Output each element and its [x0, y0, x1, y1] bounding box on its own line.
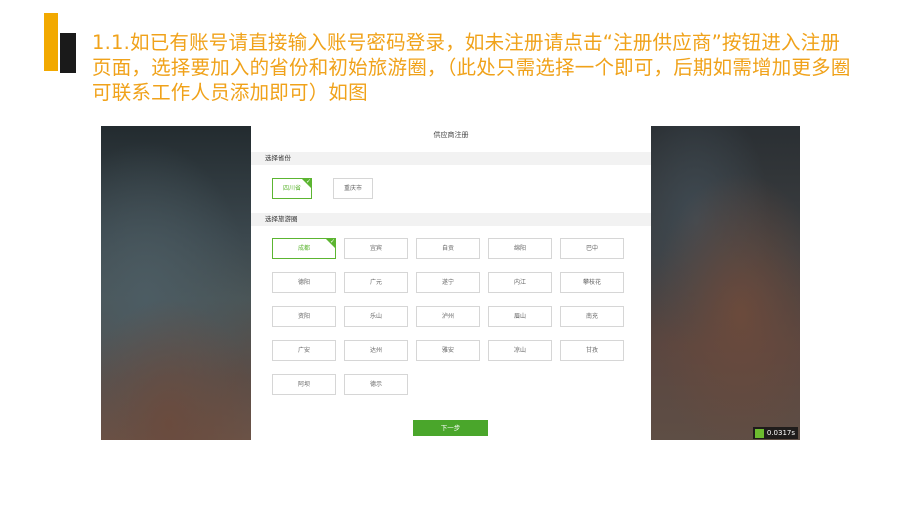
accent-bar-gold — [44, 13, 58, 71]
circle-option[interactable]: 雅安 — [416, 340, 480, 361]
circle-option[interactable]: 自贡 — [416, 238, 480, 259]
province-section-header: 选择省份 — [251, 152, 651, 165]
circle-option[interactable]: 遂宁 — [416, 272, 480, 293]
circle-option[interactable]: 成都 ✓ — [272, 238, 336, 259]
circle-option-label: 成都 — [297, 245, 310, 252]
timer-value: 0.0317s — [766, 429, 795, 437]
province-option-label: 重庆市 — [343, 185, 362, 192]
circle-option[interactable]: 广安 — [272, 340, 336, 361]
province-option[interactable]: 四川省 ✓ — [272, 178, 312, 199]
circle-option[interactable]: 攀枝花 — [560, 272, 624, 293]
circle-option-label: 广元 — [369, 279, 382, 286]
circle-option-label: 巴中 — [585, 245, 598, 252]
app-logo-icon — [754, 428, 764, 438]
circle-option[interactable]: 内江 — [488, 272, 552, 293]
circle-option[interactable]: 眉山 — [488, 306, 552, 327]
circle-option[interactable]: 宜宾 — [344, 238, 408, 259]
circle-option-label: 广安 — [297, 347, 310, 354]
circle-option-label: 眉山 — [513, 313, 526, 320]
circle-option-label: 南充 — [585, 313, 598, 320]
circle-option-label: 遂宁 — [441, 279, 454, 286]
blurred-side-left — [101, 126, 251, 440]
accent-bar-black — [60, 33, 76, 73]
circle-option-label: 绵阳 — [513, 245, 526, 252]
circle-option-label: 达州 — [369, 347, 382, 354]
circle-option-label: 资阳 — [297, 313, 310, 320]
circle-option-label: 德阳 — [297, 279, 310, 286]
circle-option[interactable]: 南充 — [560, 306, 624, 327]
circle-option[interactable]: 德示 — [344, 374, 408, 395]
province-option[interactable]: 重庆市 — [333, 178, 373, 199]
circle-option[interactable]: 资阳 — [272, 306, 336, 327]
circle-option[interactable]: 绵阳 — [488, 238, 552, 259]
circle-option-label: 泸州 — [441, 313, 454, 320]
circle-section-header: 选择旅游圈 — [251, 213, 651, 226]
circle-option-label: 雅安 — [441, 347, 454, 354]
circle-option-label: 阿坝 — [297, 381, 310, 388]
circle-option[interactable]: 巴中 — [560, 238, 624, 259]
circle-option[interactable]: 乐山 — [344, 306, 408, 327]
circle-option-label: 德示 — [369, 381, 382, 388]
province-option-label: 四川省 — [282, 185, 301, 192]
circle-option[interactable]: 凉山 — [488, 340, 552, 361]
circle-option[interactable]: 达州 — [344, 340, 408, 361]
circle-option[interactable]: 甘孜 — [560, 340, 624, 361]
circle-option-label: 乐山 — [369, 313, 382, 320]
slide-heading: 1.1.如已有账号请直接输入账号密码登录，如未注册请点击“注册供应商”按钮进入注… — [92, 31, 851, 104]
registration-panel: 供应商注册 选择省份 四川省 ✓ 重庆市 选择旅游圈 成都 ✓ 宜宾 自贡 绵阳 巴中德阳 广元… — [251, 126, 651, 440]
circle-option-label: 攀枝花 — [582, 279, 601, 286]
circle-option-label: 凉山 — [513, 347, 526, 354]
circle-option[interactable]: 阿坝 — [272, 374, 336, 395]
circle-option-label: 宜宾 — [369, 245, 382, 252]
check-icon: ✓ — [305, 178, 311, 185]
circle-option[interactable]: 广元 — [344, 272, 408, 293]
circle-option-label: 甘孜 — [585, 347, 598, 354]
timer-badge: 0.0317s — [752, 427, 798, 439]
check-icon: ✓ — [329, 238, 335, 245]
circle-option-label: 内江 — [513, 279, 526, 286]
panel-title: 供应商注册 — [433, 131, 469, 139]
blurred-side-right: 0.0317s — [651, 126, 800, 440]
circle-option[interactable]: 泸州 — [416, 306, 480, 327]
circle-option[interactable]: 德阳 — [272, 272, 336, 293]
circle-option-label: 自贡 — [441, 245, 454, 252]
next-step-button[interactable]: 下一步 — [413, 420, 488, 436]
